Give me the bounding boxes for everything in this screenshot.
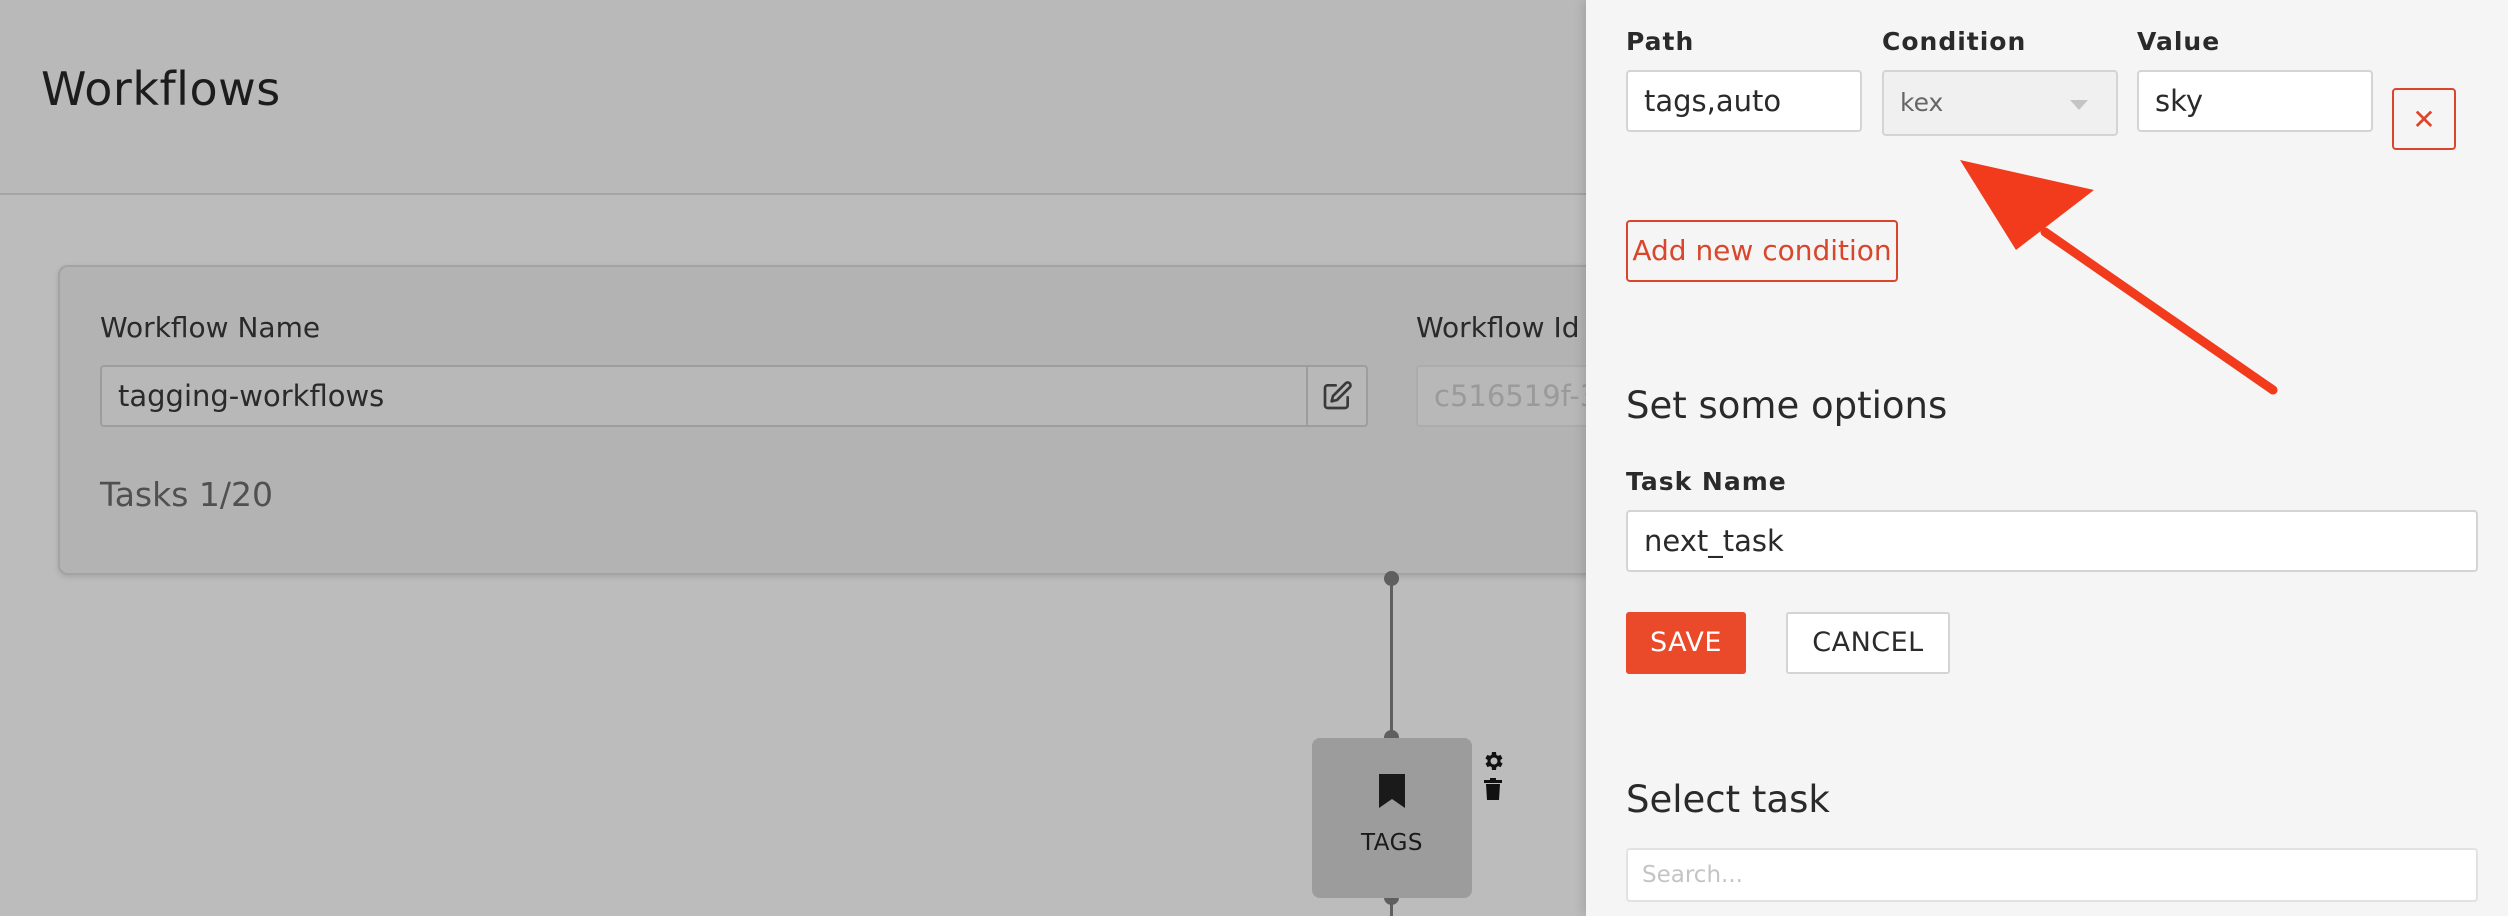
annotation-arrow	[1960, 160, 2278, 395]
save-button[interactable]: SAVE	[1626, 612, 1746, 674]
workflow-card: Workflow Name Workflow Id tagging-workfl…	[58, 265, 1666, 575]
remove-condition-button[interactable]: ✕	[2392, 88, 2456, 150]
task-name-label: Task Name	[1626, 467, 1787, 496]
condition-select[interactable]: kex	[1882, 70, 2118, 136]
page-title: Workflows	[41, 62, 281, 116]
workflow-id-label: Workflow Id	[1416, 311, 1580, 344]
path-input[interactable]: tags,auto	[1626, 70, 1862, 132]
add-condition-button[interactable]: Add new condition	[1626, 220, 1898, 282]
connector-dot	[1384, 571, 1399, 586]
select-task-heading: Select task	[1626, 778, 1830, 821]
task-name-input[interactable]: next_task	[1626, 510, 2478, 572]
search-input[interactable]	[1626, 848, 2478, 902]
workflow-name-label: Workflow Name	[100, 311, 321, 344]
condition-select-value: kex	[1900, 88, 1944, 117]
task-node-label: TAGS	[1360, 830, 1423, 856]
connector-line-top	[1390, 577, 1393, 737]
value-input[interactable]: sky	[2137, 70, 2373, 132]
close-icon: ✕	[2412, 102, 2436, 136]
condition-label: Condition	[1882, 27, 2027, 56]
task-options-panel: Path Condition Value tags,auto kex sky ✕…	[1586, 0, 2508, 916]
gear-icon[interactable]	[1481, 749, 1505, 773]
edit-name-button[interactable]	[1306, 365, 1368, 427]
workflow-name-input[interactable]: tagging-workflows	[100, 365, 1308, 427]
tasks-count: Tasks 1/20	[100, 475, 274, 514]
path-label: Path	[1626, 27, 1695, 56]
trash-icon[interactable]	[1484, 778, 1502, 800]
page-header: Workflows	[0, 0, 1586, 195]
bookmark-icon	[1379, 774, 1405, 808]
value-label: Value	[2137, 27, 2221, 56]
options-heading: Set some options	[1626, 384, 1948, 427]
edit-icon	[1323, 381, 1352, 410]
chevron-down-icon	[2070, 100, 2088, 110]
task-node-tags[interactable]: TAGS	[1312, 738, 1472, 898]
cancel-button[interactable]: CANCEL	[1786, 612, 1950, 674]
